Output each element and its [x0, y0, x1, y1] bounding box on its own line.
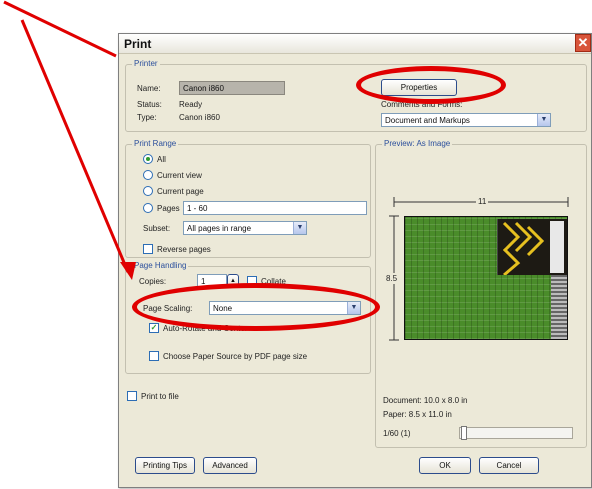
document-size: Document: 10.0 x 8.0 in [383, 396, 468, 405]
radio-current-page-label: Current page [157, 187, 204, 196]
radio-current-view-label: Current view [157, 171, 202, 180]
radio-all-label: All [157, 155, 166, 164]
auto-rotate-checkbox[interactable]: ✓ [149, 323, 159, 333]
preview-page [404, 216, 568, 340]
copies-label: Copies: [139, 277, 167, 286]
preview-legend: Preview: As Image [382, 139, 453, 148]
printing-tips-button[interactable]: Printing Tips [135, 457, 195, 474]
cancel-button[interactable]: Cancel [479, 457, 539, 474]
preview-image-speckle [551, 275, 567, 339]
paper-source-label: Choose Paper Source by PDF page size [163, 352, 308, 361]
preview-chevron-pattern [502, 221, 564, 275]
printer-type-label: Type: [137, 113, 157, 122]
radio-pages[interactable] [143, 203, 153, 213]
properties-highlight-ellipse [356, 66, 506, 104]
radio-current-page[interactable] [143, 186, 153, 196]
reverse-pages-label: Reverse pages [157, 245, 211, 254]
close-icon: ✕ [577, 35, 589, 50]
printer-type-value: Canon i860 [179, 113, 220, 122]
preview-stripe-bar [550, 221, 564, 273]
annotation-arrow-long-line [20, 19, 130, 273]
radio-all[interactable] [143, 154, 153, 164]
preview-chevron-1 [502, 221, 521, 253]
paper-source-checkbox[interactable] [149, 351, 159, 361]
radio-pages-label: Pages [157, 204, 180, 213]
comments-forms-value: Document and Markups [385, 116, 470, 125]
chevron-down-icon: ▼ [537, 114, 550, 126]
reverse-pages-checkbox[interactable] [143, 244, 153, 254]
close-button[interactable]: ✕ [575, 34, 591, 52]
printer-legend: Printer [132, 59, 160, 68]
page-slider[interactable] [459, 426, 573, 440]
paper-size: Paper: 8.5 x 11.0 in [383, 410, 452, 419]
printer-status-label: Status: [137, 100, 162, 109]
page-scaling-highlight-ellipse [132, 283, 380, 331]
print-to-file-label: Print to file [141, 392, 179, 401]
pages-input[interactable]: 1 - 60 [183, 201, 367, 215]
page-handling-legend: Page Handling [132, 261, 189, 270]
preview-chevron-4 [502, 247, 521, 275]
annotation-arrow-top-line [3, 0, 117, 58]
advanced-button[interactable]: Advanced [203, 457, 257, 474]
print-to-file-checkbox[interactable] [127, 391, 137, 401]
width-dimension-label: 11 [476, 197, 489, 206]
preview-image-dark-panel [497, 219, 567, 275]
printer-name-label: Name: [137, 84, 161, 93]
subset-value: All pages in range [187, 224, 252, 233]
subset-select[interactable]: All pages in range ▼ [183, 221, 307, 235]
page-indicator: 1/60 (1) [383, 429, 411, 438]
page-slider-thumb[interactable] [461, 426, 467, 440]
title-bar: Print ✕ [119, 34, 591, 54]
dialog-title: Print [124, 37, 152, 51]
printer-status-value: Ready [179, 100, 203, 109]
height-dimension-label: 8.5 [386, 273, 398, 284]
comments-forms-select[interactable]: Document and Markups ▼ [381, 113, 551, 127]
printer-name-value: Canon i860 [183, 84, 224, 93]
printer-name-field[interactable]: Canon i860 [179, 81, 285, 95]
print-range-legend: Print Range [132, 139, 179, 148]
ok-button[interactable]: OK [419, 457, 471, 474]
subset-label: Subset: [143, 224, 171, 233]
pages-input-value: 1 - 60 [187, 204, 208, 213]
chevron-down-icon: ▼ [293, 222, 306, 234]
radio-current-view[interactable] [143, 170, 153, 180]
preview-chevron-3 [526, 225, 545, 257]
